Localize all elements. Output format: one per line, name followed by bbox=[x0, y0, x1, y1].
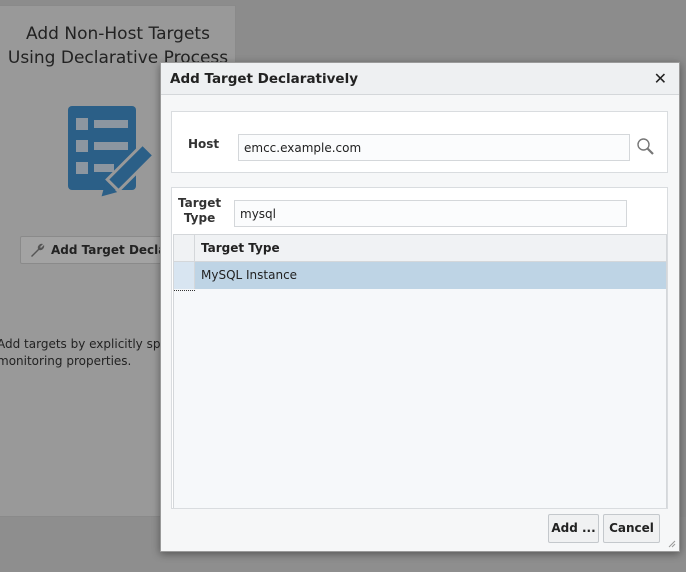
wrench-icon bbox=[31, 243, 45, 257]
close-icon[interactable]: ✕ bbox=[654, 69, 667, 88]
add-button[interactable]: Add ... bbox=[548, 514, 599, 543]
table-row[interactable]: MySQL Instance bbox=[174, 262, 666, 289]
cancel-button[interactable]: Cancel bbox=[603, 514, 660, 543]
host-input[interactable]: emcc.example.com bbox=[238, 134, 630, 161]
form-edit-icon bbox=[66, 104, 157, 207]
host-label: Host bbox=[188, 137, 220, 151]
host-section: Host emcc.example.com bbox=[171, 111, 668, 173]
target-type-input[interactable]: mysql bbox=[234, 200, 627, 227]
table-header: Target Type bbox=[174, 235, 666, 262]
resize-grip-icon[interactable] bbox=[668, 540, 676, 548]
column-header-target-type[interactable]: Target Type bbox=[195, 235, 280, 261]
row-header-corner bbox=[174, 235, 195, 261]
add-target-dialog: Add Target Declaratively ✕ Host emcc.exa… bbox=[160, 62, 680, 552]
target-type-table: Target Type MySQL Instance bbox=[173, 234, 667, 508]
row-header[interactable] bbox=[174, 262, 195, 289]
search-icon[interactable] bbox=[636, 137, 656, 157]
target-type-label: Target Type bbox=[178, 196, 222, 225]
table-cell: MySQL Instance bbox=[201, 268, 298, 282]
dialog-title: Add Target Declaratively bbox=[170, 71, 359, 87]
target-type-section: Target Type mysql Target Type MySQL Inst… bbox=[171, 187, 668, 509]
focus-indicator bbox=[174, 290, 195, 291]
dialog-header: Add Target Declaratively ✕ bbox=[161, 63, 679, 95]
